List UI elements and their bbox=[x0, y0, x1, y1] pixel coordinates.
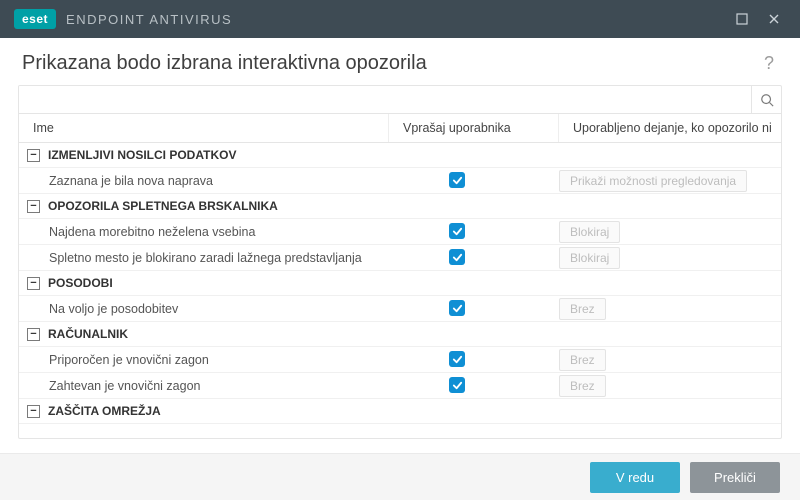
search-icon bbox=[760, 93, 774, 107]
ask-checkbox[interactable] bbox=[449, 249, 465, 265]
item-name: Zaznana je bila nova naprava bbox=[19, 174, 389, 188]
brand-logo: eset bbox=[14, 9, 56, 29]
item-action-cell: Brez bbox=[559, 298, 781, 320]
collapse-icon[interactable]: − bbox=[27, 149, 40, 162]
group-title: OPOZORILA SPLETNEGA BRSKALNIKA bbox=[48, 199, 278, 213]
page-title: Prikazana bodo izbrana interaktivna opoz… bbox=[22, 52, 427, 75]
ask-checkbox[interactable] bbox=[449, 172, 465, 188]
group-row[interactable]: −OPOZORILA SPLETNEGA BRSKALNIKA bbox=[19, 194, 781, 219]
search-input[interactable] bbox=[19, 86, 751, 113]
brand-product: ENDPOINT ANTIVIRUS bbox=[66, 12, 232, 27]
item-row[interactable]: Zahtevan je vnovični zagon Brez bbox=[19, 373, 781, 399]
collapse-icon[interactable]: − bbox=[27, 405, 40, 418]
item-name: Zahtevan je vnovični zagon bbox=[19, 379, 389, 393]
titlebar: eset ENDPOINT ANTIVIRUS bbox=[0, 0, 800, 38]
search-button[interactable] bbox=[751, 86, 781, 113]
item-ask bbox=[389, 300, 559, 317]
minimize-button[interactable] bbox=[726, 0, 758, 38]
item-name: Priporočen je vnovični zagon bbox=[19, 353, 389, 367]
item-ask bbox=[389, 351, 559, 368]
ok-button[interactable]: V redu bbox=[590, 462, 680, 493]
ask-checkbox[interactable] bbox=[449, 300, 465, 316]
col-ask[interactable]: Vprašaj uporabnika bbox=[389, 114, 559, 142]
item-action-cell: Brez bbox=[559, 375, 781, 397]
item-action-cell: Prikaži možnosti pregledovanja bbox=[559, 170, 781, 192]
item-name: Najdena morebitno neželena vsebina bbox=[19, 225, 389, 239]
item-row[interactable]: Najdena morebitno neželena vsebina Blokir… bbox=[19, 219, 781, 245]
ask-checkbox[interactable] bbox=[449, 377, 465, 393]
action-pill[interactable]: Blokiraj bbox=[559, 221, 620, 243]
item-action-cell: Blokiraj bbox=[559, 221, 781, 243]
item-row[interactable]: Zaznana je bila nova naprava Prikaži možn… bbox=[19, 168, 781, 194]
brand: eset ENDPOINT ANTIVIRUS bbox=[14, 9, 232, 29]
item-ask bbox=[389, 223, 559, 240]
help-icon[interactable]: ? bbox=[760, 53, 778, 74]
check-icon bbox=[452, 380, 463, 391]
group-title: ZAŠČITA OMREŽJA bbox=[48, 404, 161, 418]
action-pill[interactable]: Brez bbox=[559, 349, 606, 371]
col-action[interactable]: Uporabljeno dejanje, ko opozorilo ni bbox=[559, 114, 781, 142]
action-pill[interactable]: Brez bbox=[559, 298, 606, 320]
group-title: POSODOBI bbox=[48, 276, 113, 290]
group-row[interactable]: −ZAŠČITA OMREŽJA bbox=[19, 399, 781, 424]
item-action-cell: Brez bbox=[559, 349, 781, 371]
check-icon bbox=[452, 354, 463, 365]
ask-checkbox[interactable] bbox=[449, 351, 465, 367]
action-pill[interactable]: Prikaži možnosti pregledovanja bbox=[559, 170, 747, 192]
item-row[interactable]: Priporočen je vnovični zagon Brez bbox=[19, 347, 781, 373]
col-name[interactable]: Ime bbox=[19, 114, 389, 142]
header: Prikazana bodo izbrana interaktivna opoz… bbox=[0, 38, 800, 85]
group-row[interactable]: −IZMENLJIVI NOSILCI PODATKOV bbox=[19, 143, 781, 168]
settings-panel: Ime Vprašaj uporabnika Uporabljeno dejan… bbox=[18, 85, 782, 439]
close-icon bbox=[768, 13, 780, 25]
check-icon bbox=[452, 252, 463, 263]
group-title: IZMENLJIVI NOSILCI PODATKOV bbox=[48, 148, 236, 162]
check-icon bbox=[452, 226, 463, 237]
minimize-icon bbox=[736, 13, 748, 25]
item-ask bbox=[389, 249, 559, 266]
ask-checkbox[interactable] bbox=[449, 223, 465, 239]
group-row[interactable]: −RAČUNALNIK bbox=[19, 322, 781, 347]
collapse-icon[interactable]: − bbox=[27, 277, 40, 290]
action-pill[interactable]: Blokiraj bbox=[559, 247, 620, 269]
action-pill[interactable]: Brez bbox=[559, 375, 606, 397]
item-action-cell: Blokiraj bbox=[559, 247, 781, 269]
item-ask bbox=[389, 377, 559, 394]
collapse-icon[interactable]: − bbox=[27, 200, 40, 213]
item-name: Spletno mesto je blokirano zaradi lažneg… bbox=[19, 251, 389, 265]
close-button[interactable] bbox=[758, 0, 790, 38]
group-title: RAČUNALNIK bbox=[48, 327, 128, 341]
check-icon bbox=[452, 175, 463, 186]
search-row bbox=[19, 86, 781, 114]
group-row[interactable]: −POSODOBI bbox=[19, 271, 781, 296]
column-headers: Ime Vprašaj uporabnika Uporabljeno dejan… bbox=[19, 114, 781, 143]
item-row[interactable]: Na voljo je posodobitev Brez bbox=[19, 296, 781, 322]
footer: V redu Prekliči bbox=[0, 453, 800, 500]
rows-scroll[interactable]: −IZMENLJIVI NOSILCI PODATKOVZaznana je b… bbox=[19, 143, 781, 438]
check-icon bbox=[452, 303, 463, 314]
item-ask bbox=[389, 172, 559, 189]
cancel-button[interactable]: Prekliči bbox=[690, 462, 780, 493]
collapse-icon[interactable]: − bbox=[27, 328, 40, 341]
item-row[interactable]: Spletno mesto je blokirano zaradi lažneg… bbox=[19, 245, 781, 271]
item-name: Na voljo je posodobitev bbox=[19, 302, 389, 316]
